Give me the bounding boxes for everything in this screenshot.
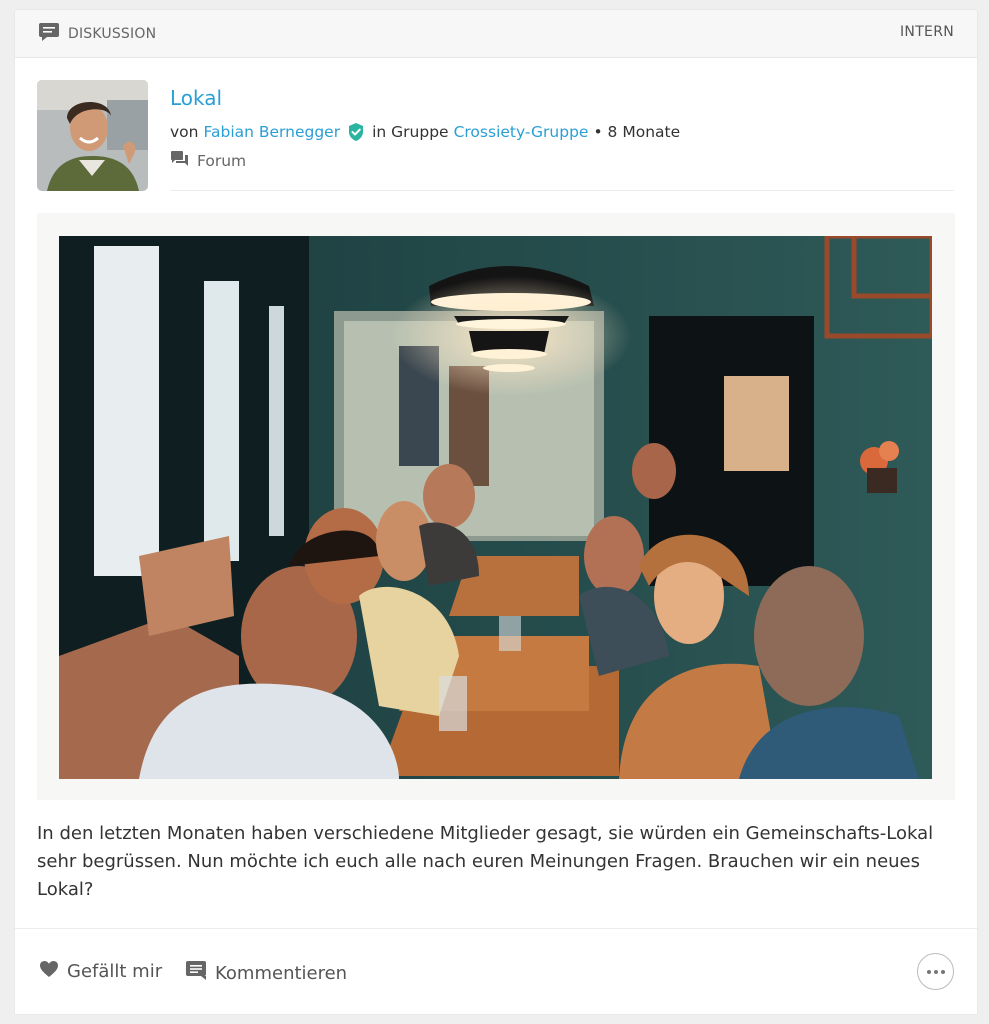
post-image-frame <box>37 213 955 800</box>
avatar[interactable] <box>37 80 148 191</box>
post-type: DISKUSSION <box>38 22 156 46</box>
more-icon[interactable] <box>917 953 954 990</box>
post-category-label: Forum <box>197 151 247 170</box>
comment-label: Kommentieren <box>215 962 348 984</box>
author-link[interactable]: Fabian Bernegger <box>203 123 340 141</box>
post-time: • 8 Monate <box>593 123 681 141</box>
post-category[interactable]: Forum <box>170 150 954 171</box>
post-meta: Lokal von Fabian Bernegger in Gruppe Cro… <box>170 84 954 191</box>
group-prefix: in Gruppe <box>372 123 449 141</box>
post-card: DISKUSSION INTERN Lokal von Fabian Berne… <box>15 10 977 1014</box>
visibility-badge: INTERN <box>900 23 954 40</box>
discussion-icon <box>38 22 60 46</box>
heart-icon <box>39 960 59 983</box>
post-type-label: DISKUSSION <box>68 25 157 42</box>
comment-button[interactable]: Kommentieren <box>185 960 347 986</box>
like-label: Gefällt mir <box>67 961 163 982</box>
verified-badge-icon <box>346 122 366 142</box>
post-footer: Gefällt mir Kommentieren <box>15 928 977 1014</box>
card-header: DISKUSSION INTERN <box>15 10 977 58</box>
like-button[interactable]: Gefällt mir <box>39 960 162 983</box>
forum-icon <box>170 150 189 171</box>
post-head: Lokal von Fabian Bernegger in Gruppe Cro… <box>15 58 977 198</box>
post-image[interactable] <box>59 236 932 779</box>
post-title[interactable]: Lokal <box>170 84 954 112</box>
post-body: In den letzten Monaten haben verschieden… <box>37 823 934 900</box>
byline: von Fabian Bernegger in Gruppe Crossiety… <box>170 122 954 142</box>
comment-icon <box>185 960 207 986</box>
group-link[interactable]: Crossiety-Gruppe <box>454 123 589 141</box>
by-prefix: von <box>170 123 199 141</box>
